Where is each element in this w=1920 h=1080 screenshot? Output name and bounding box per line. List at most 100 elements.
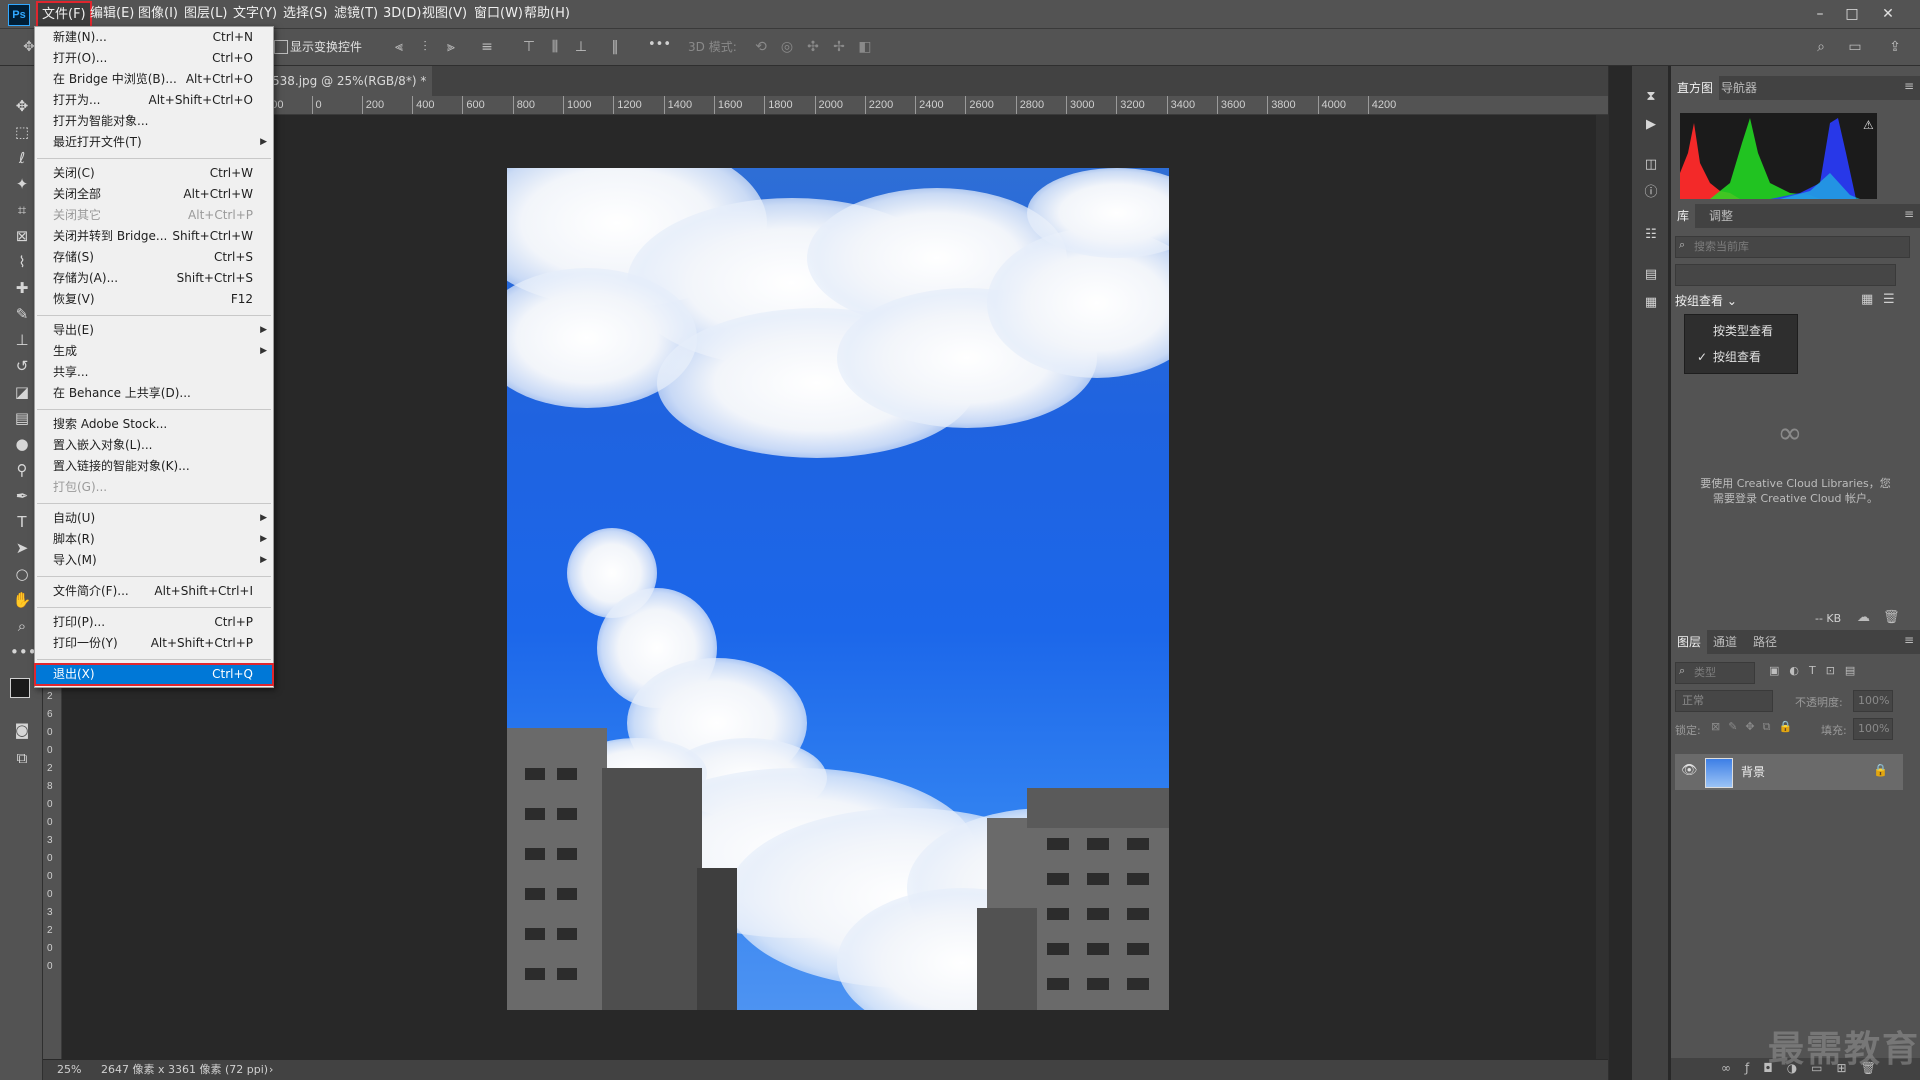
path-selection-tool-icon[interactable]: ➤: [10, 536, 34, 560]
pen-tool-icon[interactable]: ✒: [10, 484, 34, 508]
menu-help[interactable]: 帮助(H): [520, 0, 574, 28]
file-menu-item[interactable]: 打开为... Alt+Shift+Ctrl+O: [35, 90, 273, 111]
align-center-icon[interactable]: ⫶: [416, 38, 434, 56]
file-menu-item[interactable]: 导入(M) ▶: [35, 550, 273, 571]
file-menu-item[interactable]: 关闭(C) Ctrl+W: [35, 163, 273, 184]
file-menu-item[interactable]: 存储(S) Ctrl+S: [35, 247, 273, 268]
history-panel-icon[interactable]: ⧗: [1642, 88, 1660, 106]
file-menu-item[interactable]: 退出(X) Ctrl+Q: [34, 663, 274, 686]
file-menu-item[interactable]: 最近打开文件(T) ▶: [35, 132, 273, 153]
3d-pan-icon[interactable]: ✣: [804, 38, 822, 56]
tab-histogram[interactable]: 直方图: [1671, 76, 1720, 100]
gradient-tool-icon[interactable]: ▤: [10, 406, 34, 430]
file-menu-item[interactable]: 恢复(V) F12: [35, 289, 273, 310]
file-menu-item[interactable]: 搜索 Adobe Stock...: [35, 414, 273, 435]
file-menu-item[interactable]: 在 Behance 上共享(D)...: [35, 383, 273, 404]
search-icon[interactable]: ⌕: [1812, 38, 1830, 56]
status-chevron-icon[interactable]: ›: [269, 1060, 273, 1080]
zoom-tool-icon[interactable]: ⌕: [10, 614, 34, 638]
foreground-color-swatch[interactable]: [10, 678, 30, 698]
lock-icons[interactable]: ⊠✎✥⧉🔒: [1711, 720, 1800, 734]
file-menu-item[interactable]: 文件简介(F)... Alt+Shift+Ctrl+I: [35, 581, 273, 602]
history-brush-tool-icon[interactable]: ↺: [10, 354, 34, 378]
file-menu-item[interactable]: 共享...: [35, 362, 273, 383]
file-menu-item[interactable]: 打印一份(Y) Alt+Shift+Ctrl+P: [35, 633, 273, 654]
histogram-panel-menu-icon[interactable]: ≡: [1904, 79, 1914, 93]
file-menu-item[interactable]: 导出(E) ▶: [35, 320, 273, 341]
document-tab[interactable]: 538.jpg @ 25%(RGB/8*) * ×: [268, 66, 432, 96]
file-menu-item[interactable]: 存储为(A)... Shift+Ctrl+S: [35, 268, 273, 289]
tab-libraries[interactable]: 库: [1671, 204, 1696, 228]
file-menu-item[interactable]: 在 Bridge 中浏览(B)... Alt+Ctrl+O: [35, 69, 273, 90]
view-by-dropdown[interactable]: 按组查看 ⌄: [1675, 292, 1737, 309]
opacity-input[interactable]: 100%: [1853, 690, 1893, 712]
close-window-button[interactable]: ✕: [1874, 0, 1902, 28]
tab-paths[interactable]: 路径: [1747, 630, 1783, 654]
layer-row-background[interactable]: 👁 背景 🔒: [1675, 754, 1903, 790]
menu-layer[interactable]: 图层(L): [180, 0, 231, 28]
eyedropper-tool-icon[interactable]: ⌇: [10, 250, 34, 274]
3d-camera-icon[interactable]: ◧: [856, 38, 874, 56]
3d-slide-icon[interactable]: ✢: [830, 38, 848, 56]
file-menu-item[interactable]: 打开为智能对象...: [35, 111, 273, 132]
file-menu-item[interactable]: 关闭全部 Alt+Ctrl+W: [35, 184, 273, 205]
info-panel-icon[interactable]: ⓘ: [1642, 184, 1660, 202]
file-menu-item[interactable]: 自动(U) ▶: [35, 508, 273, 529]
vertical-scrollbar[interactable]: [1596, 115, 1608, 1059]
library-search-input[interactable]: 搜索当前库: [1675, 236, 1910, 258]
file-menu-item[interactable]: 打开(O)... Ctrl+O: [35, 48, 273, 69]
align-middle-icon[interactable]: ⫼: [546, 38, 564, 56]
distribute-icon[interactable]: ≡: [478, 38, 496, 56]
type-tool-icon[interactable]: T: [10, 510, 34, 534]
file-menu-item[interactable]: 脚本(R) ▶: [35, 529, 273, 550]
view-option-by-group[interactable]: ✓ 按组查看: [1685, 345, 1797, 369]
zoom-level[interactable]: 25%: [57, 1060, 81, 1080]
file-menu-item[interactable]: 新建(N)... Ctrl+N: [35, 27, 273, 48]
marquee-tool-icon[interactable]: ⬚: [10, 120, 34, 144]
clone-stamp-tool-icon[interactable]: ⊥: [10, 328, 34, 352]
blend-mode-select[interactable]: 正常: [1675, 690, 1773, 712]
file-menu-item[interactable]: 置入链接的智能对象(K)...: [35, 456, 273, 477]
menu-select[interactable]: 选择(S): [279, 0, 331, 28]
dodge-tool-icon[interactable]: ⚲: [10, 458, 34, 482]
menu-edit[interactable]: 编辑(E): [86, 0, 138, 28]
minimize-button[interactable]: –: [1806, 0, 1834, 28]
crop-tool-icon[interactable]: ⌗: [10, 198, 34, 222]
distribute-vertical-icon[interactable]: ‖: [606, 38, 624, 56]
edit-toolbar-icon[interactable]: •••: [10, 640, 37, 664]
hand-tool-icon[interactable]: ✋: [10, 588, 34, 612]
menu-view[interactable]: 视图(V): [418, 0, 471, 28]
move-tool-icon[interactable]: ✥: [10, 94, 34, 118]
tab-adjustments[interactable]: 调整: [1703, 204, 1739, 228]
library-panel-menu-icon[interactable]: ≡: [1904, 207, 1914, 221]
frame-tool-icon[interactable]: ⊠: [10, 224, 34, 248]
ellipse-tool-icon[interactable]: ○: [10, 562, 34, 586]
menu-window[interactable]: 窗口(W): [470, 0, 527, 28]
view-option-by-type[interactable]: 按类型查看: [1685, 319, 1797, 343]
fill-input[interactable]: 100%: [1853, 718, 1893, 740]
3d-roll-icon[interactable]: ◎: [778, 38, 796, 56]
align-top-icon[interactable]: ⊤: [520, 38, 538, 56]
layer-filter-kind[interactable]: 类型: [1675, 662, 1755, 684]
cloud-sync-icon[interactable]: ☁: [1857, 610, 1870, 625]
grid-view-icon[interactable]: ▦: [1861, 292, 1873, 307]
file-menu-item[interactable]: 生成 ▶: [35, 341, 273, 362]
quick-mask-icon[interactable]: ◙: [10, 718, 34, 742]
actions-panel-icon[interactable]: ▶: [1642, 116, 1660, 134]
eraser-tool-icon[interactable]: ◪: [10, 380, 34, 404]
align-left-icon[interactable]: ⫷: [390, 38, 408, 56]
file-menu-item[interactable]: 打印(P)... Ctrl+P: [35, 612, 273, 633]
align-bottom-icon[interactable]: ⊥: [572, 38, 590, 56]
healing-brush-tool-icon[interactable]: ✚: [10, 276, 34, 300]
library-select-dropdown[interactable]: [1675, 264, 1896, 286]
tab-layers[interactable]: 图层: [1671, 630, 1708, 654]
align-right-icon[interactable]: ⫸: [442, 38, 460, 56]
tab-channels[interactable]: 通道: [1707, 630, 1743, 654]
file-menu-item[interactable]: 置入嵌入对象(L)...: [35, 435, 273, 456]
blur-tool-icon[interactable]: ●: [10, 432, 34, 456]
maximize-button[interactable]: □: [1838, 0, 1866, 28]
layer-lock-icon[interactable]: 🔒: [1873, 763, 1888, 777]
document-image[interactable]: [507, 168, 1169, 1010]
brush-tool-icon[interactable]: ✎: [10, 302, 34, 326]
screen-mode-icon[interactable]: ⧉: [10, 746, 34, 770]
